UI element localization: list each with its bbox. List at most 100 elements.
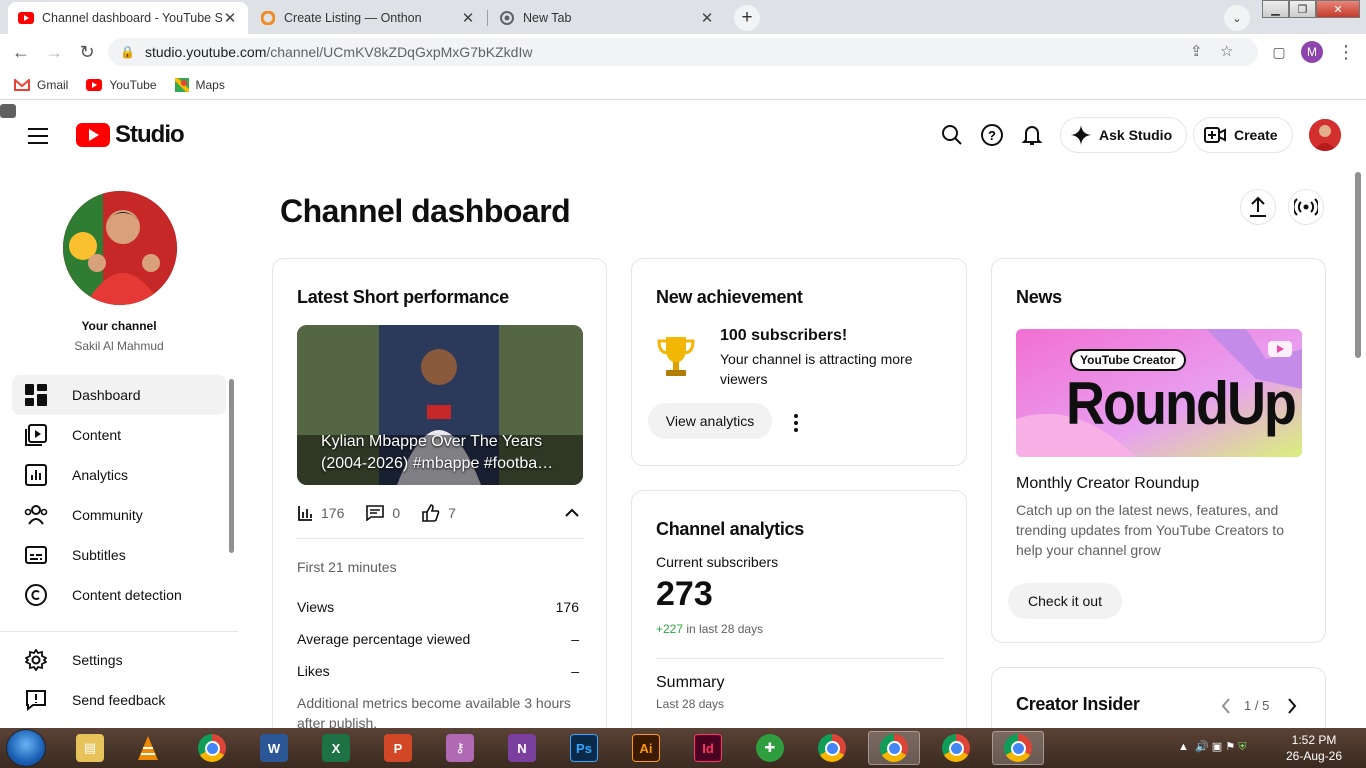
close-tab-icon[interactable]: ✕ [460, 9, 476, 27]
taskbar-explorer[interactable]: ▤ [64, 731, 116, 765]
share-icon[interactable]: ⇪ [1190, 42, 1203, 60]
vlc-cone-icon [138, 736, 158, 760]
taskbar-chrome-profile-b[interactable] [930, 731, 982, 765]
help-icon[interactable]: ? [980, 123, 1004, 147]
reload-icon[interactable]: ↻ [75, 40, 99, 64]
latest-short-card: Latest Short performance Kylian Mbappe O… [272, 258, 607, 738]
upload-icon [1250, 196, 1266, 217]
bookmark-star-icon[interactable]: ☆ [1220, 42, 1233, 60]
taskbar-chrome[interactable] [186, 731, 238, 765]
chevron-right-icon[interactable] [1287, 698, 1297, 714]
account-avatar[interactable] [1309, 119, 1341, 151]
word-icon: W [260, 734, 288, 762]
sidebar-item-content-detection[interactable]: Content detection [12, 575, 226, 615]
chevron-up-icon[interactable] [565, 508, 579, 518]
taskbar-onenote[interactable]: N [496, 731, 548, 765]
minimize-icon[interactable]: ▁ [1262, 0, 1289, 18]
chevron-left-icon[interactable] [1221, 698, 1231, 714]
sidebar-item-send-feedback[interactable]: Send feedback [12, 680, 226, 720]
illustrator-icon: Ai [632, 734, 660, 762]
side-panel-icon[interactable]: ▢ [1267, 40, 1291, 64]
create-label: Create [1234, 127, 1278, 143]
banner-tag: YouTube Creator [1070, 349, 1186, 371]
hamburger-menu-icon[interactable] [28, 128, 48, 149]
profile-avatar[interactable]: M [1301, 41, 1323, 63]
achievement-text: Your channel is attracting more viewers [720, 351, 913, 387]
taskbar-powerpoint[interactable]: P [372, 731, 424, 765]
channel-avatar[interactable] [63, 191, 177, 305]
taskbar-word[interactable]: W [248, 731, 300, 765]
sidebar-item-settings[interactable]: Settings [12, 640, 226, 680]
photoshop-icon: Ps [570, 734, 598, 762]
close-tab-icon[interactable]: ✕ [222, 9, 238, 27]
tab-create-listing[interactable]: Create Listing — Onthon ✕ [250, 2, 486, 34]
close-window-icon[interactable]: ✕ [1316, 0, 1360, 18]
upload-button[interactable] [1240, 189, 1276, 225]
sidebar-item-community[interactable]: Community [12, 495, 226, 535]
view-analytics-button[interactable]: View analytics [648, 403, 772, 439]
taskbar-indesign[interactable]: Id [682, 731, 734, 765]
bookmark-gmail[interactable]: Gmail [14, 78, 68, 92]
taskbar-vlc[interactable] [122, 731, 174, 765]
maximize-icon[interactable]: ❐ [1289, 0, 1316, 18]
sidebar-item-label: Subtitles [72, 547, 126, 563]
more-options-icon[interactable] [794, 414, 798, 435]
chrome-icon [942, 734, 970, 762]
system-tray[interactable]: ▲ 🔊 ▣ ⚑ ⛨ [1178, 740, 1246, 754]
check-it-out-button[interactable]: Check it out [1008, 583, 1122, 619]
chrome-menu-icon[interactable]: ⋮ [1334, 40, 1358, 64]
network-icon[interactable]: ▣ [1212, 741, 1222, 753]
sidebar-scrollbar[interactable] [229, 379, 234, 553]
forward-arrow-icon[interactable]: → [42, 40, 66, 64]
volume-icon[interactable]: 🔊 [1195, 741, 1209, 753]
tab-new-tab[interactable]: New Tab ✕ [489, 2, 725, 34]
bell-icon[interactable] [1020, 123, 1044, 147]
taskbar-security[interactable]: ✚ [744, 731, 796, 765]
back-arrow-icon[interactable]: ← [9, 40, 33, 64]
bookmark-maps[interactable]: Maps [174, 77, 225, 92]
card-title: New achievement [656, 287, 803, 307]
tab-youtube-studio[interactable]: Channel dashboard - YouTube Studio ✕ [8, 2, 248, 34]
chrome-icon [818, 734, 846, 762]
search-icon[interactable] [940, 123, 964, 147]
taskbar-chrome-active[interactable] [992, 731, 1044, 765]
go-live-button[interactable] [1288, 189, 1324, 225]
taskbar-app-key[interactable]: ⚷ [434, 731, 486, 765]
news-card: News YouTube Creator RoundUp Monthly Cre… [991, 258, 1326, 643]
bookmark-label: Maps [195, 77, 225, 92]
sidebar-item-dashboard[interactable]: Dashboard [12, 375, 226, 415]
taskbar-illustrator[interactable]: Ai [620, 731, 672, 765]
taskbar-chrome-profile-a[interactable] [868, 731, 920, 765]
security-tray-icon[interactable]: ⛨ [1238, 741, 1246, 753]
sidebar-item-content[interactable]: Content [12, 415, 226, 455]
close-tab-icon[interactable]: ✕ [699, 9, 715, 27]
tab-search-chevron-icon[interactable]: ⌄ [1224, 5, 1250, 31]
taskbar-chrome-profile-m[interactable] [806, 731, 858, 765]
flag-icon[interactable]: ⚑ [1225, 741, 1235, 753]
youtube-studio-logo[interactable]: Studio [76, 121, 185, 149]
news-banner[interactable]: YouTube Creator RoundUp [1016, 329, 1302, 457]
start-button[interactable] [6, 729, 46, 767]
create-button[interactable]: Create [1193, 117, 1293, 153]
sidebar-item-subtitles[interactable]: Subtitles [12, 535, 226, 575]
bookmark-youtube[interactable]: YouTube [86, 78, 157, 92]
card-title: Channel analytics [656, 519, 804, 539]
shield-plus-icon: ✚ [756, 734, 784, 762]
short-thumbnail[interactable]: Kylian Mbappe Over The Years (2004-2026)… [297, 325, 583, 485]
sidebar-item-analytics[interactable]: Analytics [12, 455, 226, 495]
summary-title: Summary [656, 674, 725, 691]
new-tab-plus-icon[interactable]: + [734, 5, 760, 31]
tray-arrow-icon[interactable]: ▲ [1178, 741, 1189, 753]
address-bar[interactable]: 🔒 studio.youtube.com/channel/UCmKV8kZDqG… [108, 38, 1258, 66]
ask-studio-button[interactable]: Ask Studio [1060, 117, 1188, 153]
metric-value: – [571, 631, 579, 647]
metrics-note: Additional metrics become available 3 ho… [297, 695, 571, 731]
taskbar-excel[interactable]: X [310, 731, 362, 765]
taskbar-photoshop[interactable]: Ps [558, 731, 610, 765]
card-title: News [1016, 287, 1062, 307]
clock[interactable]: 1:52 PM 26-Aug-26 [1282, 732, 1346, 764]
toolbar: ← → ↻ 🔒 studio.youtube.com/channel/UCmKV… [0, 34, 1366, 70]
indesign-icon: Id [694, 734, 722, 762]
main-scrollbar[interactable] [1355, 172, 1361, 358]
lock-icon: 🔒 [120, 45, 135, 59]
